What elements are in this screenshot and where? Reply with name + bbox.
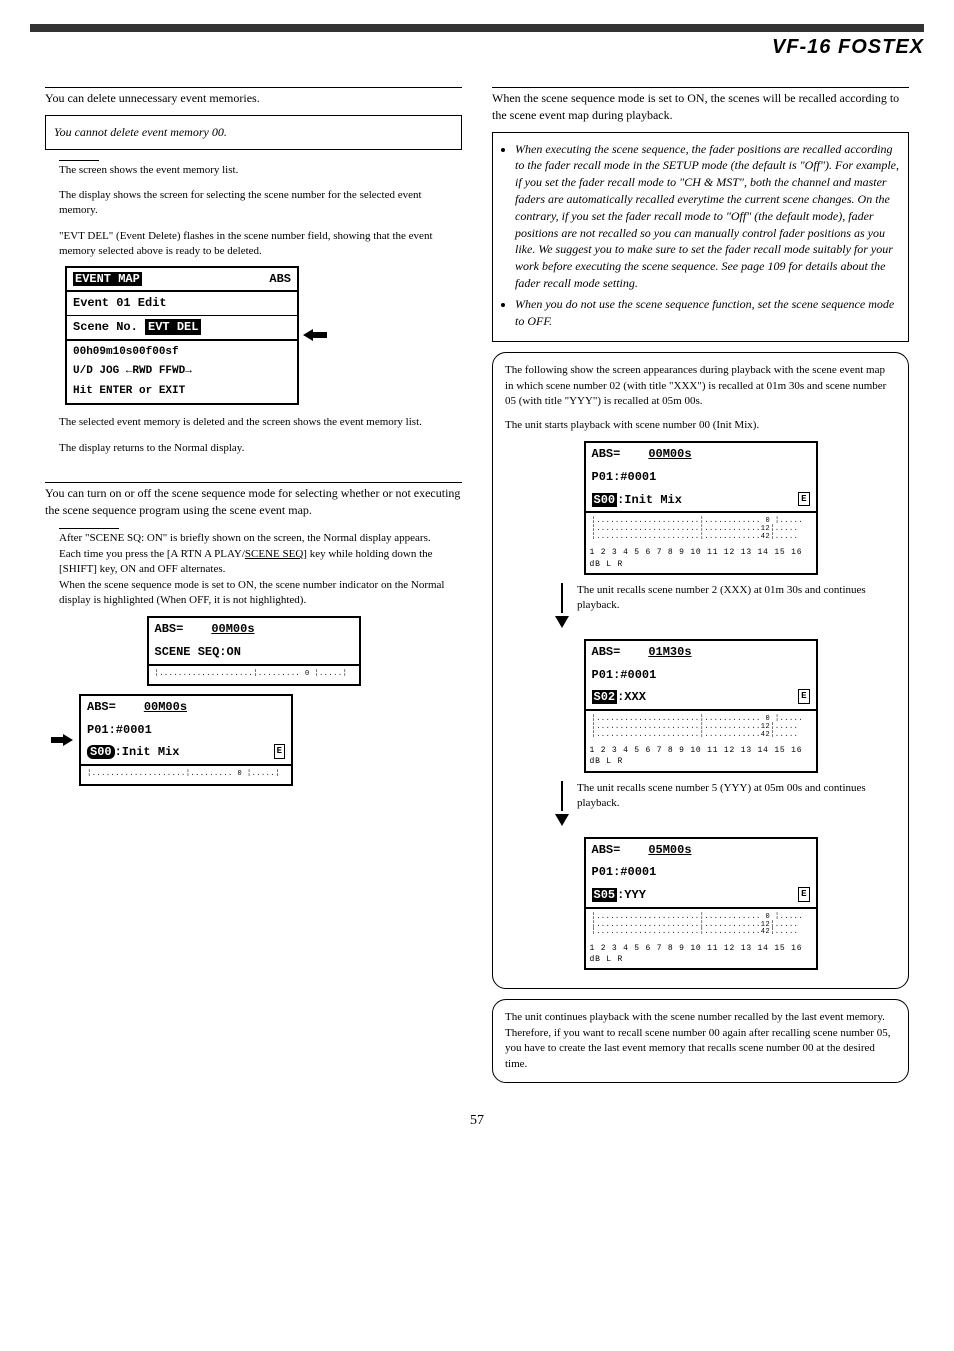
step2-body: The display shows the screen for selecti… — [59, 188, 462, 219]
section-onoff: You can turn on or off the scene sequenc… — [45, 482, 462, 519]
lcd-l3a: Scene No. — [73, 320, 138, 334]
step3-body: "EVT DEL" (Event Delete) flashes in the … — [59, 229, 462, 260]
arrow-left-icon — [303, 329, 327, 341]
step1-body: The screen shows the event memory list. — [59, 163, 462, 178]
note-box-exec: When executing the scene sequence, the f… — [492, 132, 909, 343]
note-li2: When you do not use the scene sequence f… — [515, 296, 900, 330]
lcd-normal-display: ABS= 00M00s P01:#0001 S00:Init MixE ╎...… — [79, 694, 293, 786]
lcd-l4: 00h09m10s00f00sf — [67, 341, 297, 364]
step4-body: The selected event memory is deleted and… — [59, 415, 462, 430]
page-number: 57 — [0, 1113, 954, 1149]
note-box-no-delete-00: You cannot delete event memory 00. — [45, 115, 462, 150]
step5-body: The display returns to the Normal displa… — [59, 441, 462, 456]
lcd-event-edit: EVENT MAP ABS Event 01 Edit Scene No. EV… — [65, 266, 299, 406]
arrow-down-icon — [555, 616, 569, 628]
play-start: The unit starts playback with scene numb… — [505, 418, 896, 433]
lcd-playback-05: ABS=05M00s P01:#0001 S05:YYYE ╎.........… — [584, 837, 818, 971]
header-logo: VF-16 FOSTEX — [30, 36, 924, 59]
note-li1: When executing the scene sequence, the f… — [515, 141, 900, 292]
lcd-playback-00: ABS=00M00s P01:#0001 S00:Init MixE ╎....… — [584, 441, 818, 575]
section-delete: You can delete unnecessary event memorie… — [45, 87, 462, 107]
onoff-body1: After "SCENE SQ: ON" is briefly shown on… — [59, 531, 462, 546]
rbox-intro: The following show the screen appearance… — [505, 363, 896, 409]
lcd-abs: ABS — [269, 271, 291, 288]
tail-note: The unit continues playback with the sce… — [492, 999, 909, 1083]
lcd-playback-02: ABS=01M30s P01:#0001 S02:XXXE ╎.........… — [584, 639, 818, 773]
flow1-text: The unit recalls scene number 2 (XXX) at… — [577, 583, 896, 614]
lcd-l5: U/D JOG ←RWD FFWD→ — [67, 364, 297, 383]
onoff-body3: When the scene sequence mode is set to O… — [59, 578, 462, 609]
arrow-down-icon — [555, 814, 569, 826]
header-bar — [30, 24, 924, 32]
rounded-example-box: The following show the screen appearance… — [492, 352, 909, 989]
arrow-right-icon — [51, 734, 75, 746]
lcd-scene-seq-on: ABS= 00M00s SCENE SEQ:ON ╎..............… — [147, 616, 361, 685]
right-column: When the scene sequence mode is set to O… — [492, 79, 909, 1093]
lcd-l2: Event 01 Edit — [67, 292, 297, 316]
flow2-text: The unit recalls scene number 5 (YYY) at… — [577, 781, 896, 812]
left-column: You can delete unnecessary event memorie… — [45, 79, 462, 1093]
section-exec: When the scene sequence mode is set to O… — [492, 87, 909, 124]
lcd-evt-del: EVT DEL — [145, 319, 201, 335]
lcd-l6: Hit ENTER or EXIT — [67, 384, 297, 403]
note-text: You cannot delete event memory 00. — [54, 125, 227, 139]
onoff-body2: Each time you press the [A RTN A PLAY/SC… — [59, 547, 462, 578]
lcd-title: EVENT MAP — [73, 272, 142, 286]
